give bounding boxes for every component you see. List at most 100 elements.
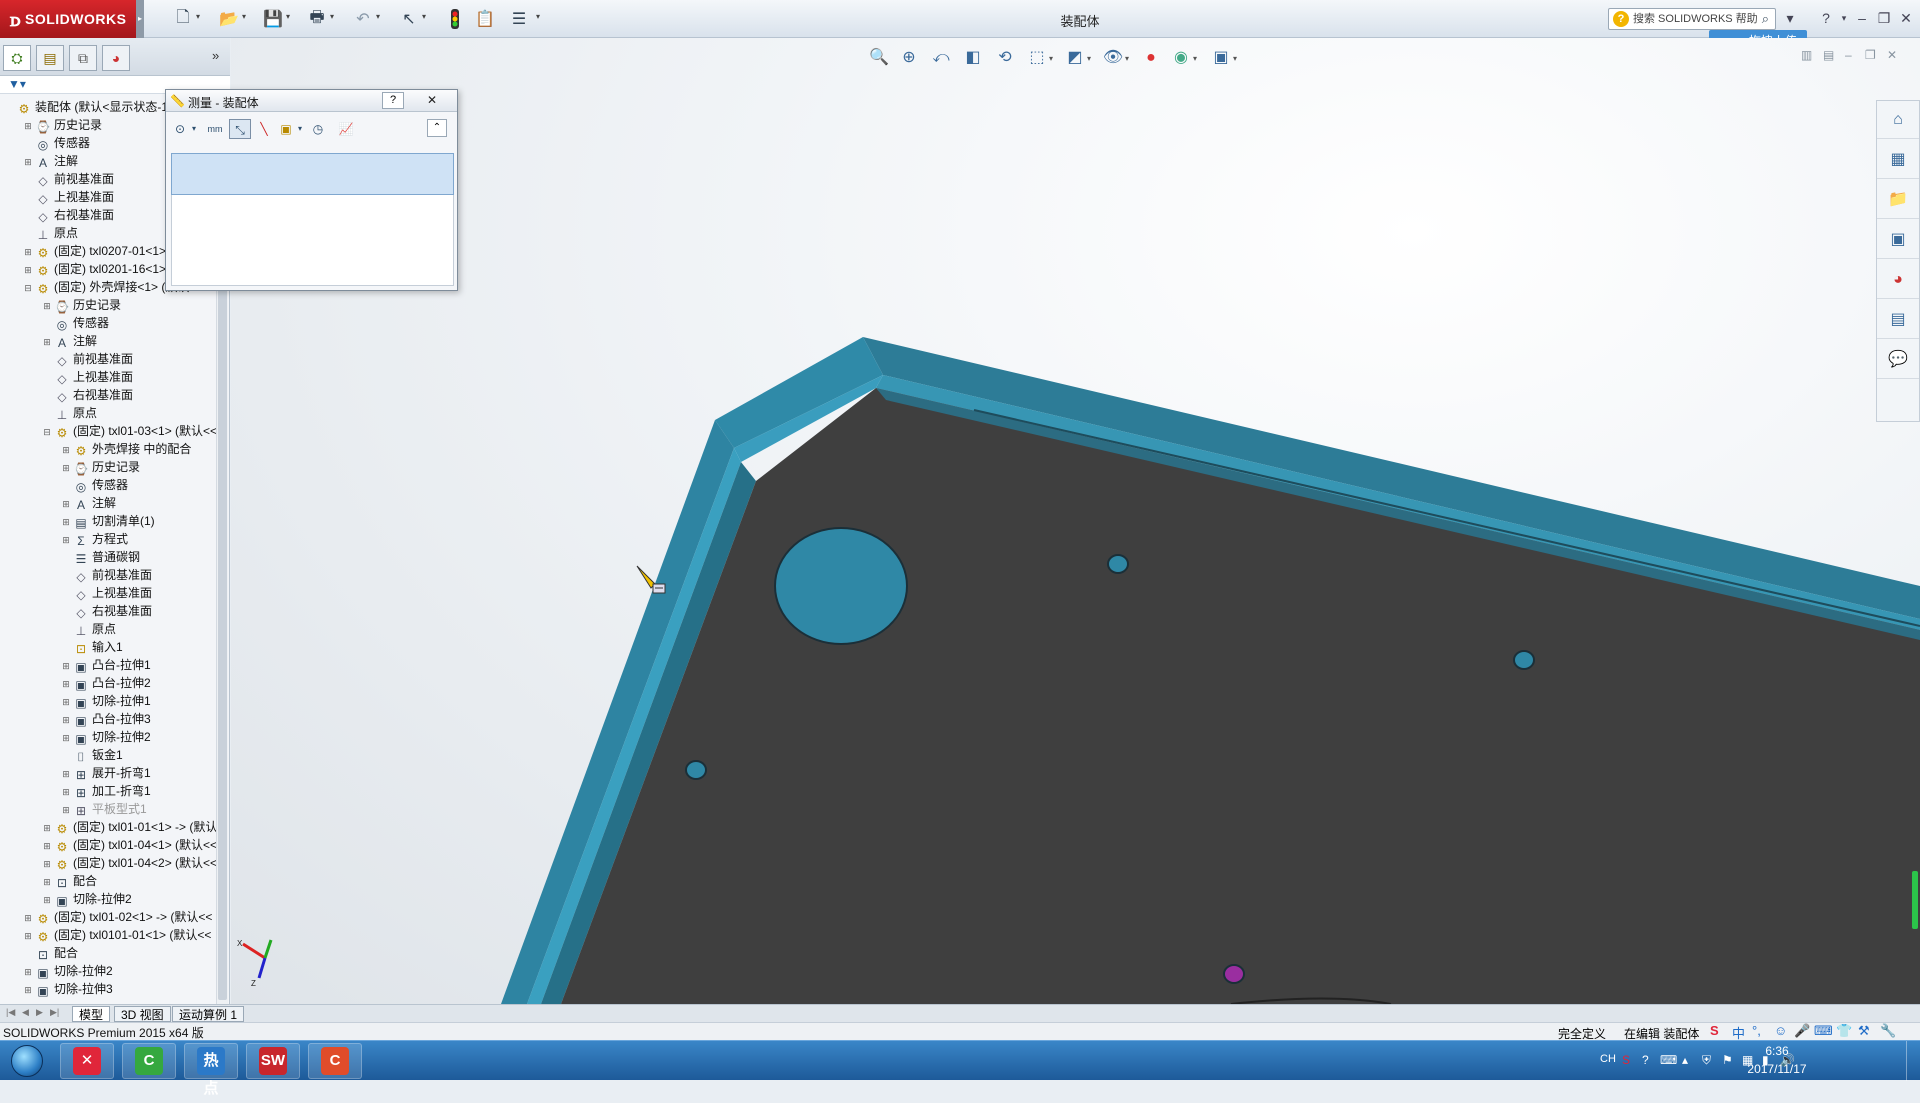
tree-item[interactable]: ◎ 传感器 [61,476,128,494]
tree-item[interactable]: ◇ 上视基准面 [42,368,133,386]
expand-toggle-icon[interactable]: ⊞ [61,711,71,729]
ime-tools-icon[interactable]: ⚒ [1858,1023,1870,1039]
projection-dropdown-icon[interactable]: ▾ [295,119,305,139]
tree-item[interactable]: ⊞ ▣ 凸台-拉伸2 [61,674,150,693]
expand-toggle-icon[interactable]: ⊞ [23,981,33,999]
tree-item[interactable]: ⊞ ⌚ 历史记录 [61,458,140,476]
expand-toggle-icon[interactable]: ⊞ [42,891,52,909]
tree-item[interactable]: ⊞ ▣ 切除-拉伸2 [42,890,131,909]
tray-language[interactable]: CH [1600,1053,1616,1065]
tree-item[interactable]: ⊞ ▣ 切除-拉伸2 [61,728,150,746]
file-explorer-icon[interactable]: 📁 [1877,181,1919,219]
tree-item[interactable]: ⊡ 输入1 [61,638,123,656]
start-button[interactable] [4,1043,50,1079]
expand-toggle-icon[interactable]: ⊞ [42,333,52,351]
tree-item[interactable]: ⊡ 配合 [23,944,78,962]
expand-toggle-icon[interactable]: ⊞ [42,873,52,891]
measurement-history-icon[interactable]: ◷ [309,119,327,139]
tree-item[interactable]: ⊞ ⚙ (固定) txl0207-01<1> [23,242,166,260]
search-dropdown-icon[interactable]: ▾ [1780,8,1800,28]
section-view-icon[interactable]: ◧ [961,46,985,70]
save-dropdown-icon[interactable]: ▾ [286,12,294,26]
rebuild-icon[interactable] [444,8,466,30]
tab-display-manager[interactable]: ◕ [102,45,130,71]
create-sensor-icon[interactable]: 📈 [337,119,355,139]
view-settings-icon[interactable]: ▣ [1209,46,1233,70]
tree-item[interactable]: ⊞ A 注解 [61,494,116,512]
view-settings-dropdown-icon[interactable]: ▾ [1233,54,1237,63]
sogou-tray-icon[interactable]: S [1622,1053,1630,1067]
viewport-minimize-icon[interactable]: – [1845,48,1852,62]
tree-item[interactable]: ⊞ Σ 方程式 [61,530,128,548]
tree-item[interactable]: ☰ 普通碳钢 [61,548,140,566]
zoom-to-fit-icon[interactable]: 🔍 [867,46,891,70]
taskbar-app-hotspot[interactable]: 热点 [184,1043,238,1097]
taskbar-app-solidworks-2015[interactable]: SW [246,1043,300,1079]
tree-item[interactable]: ◇ 上视基准面 [61,584,152,602]
file-properties-icon[interactable]: 📋 [474,8,496,30]
tab-3d-views[interactable]: 3D 视图 [114,1006,171,1022]
ime-emoji-icon[interactable]: ☺ [1774,1023,1787,1038]
tree-item[interactable]: ⊞ ⚙ (固定) txl0201-16<1> [23,260,166,278]
tree-item[interactable]: ⌷ 钣金1 [61,746,122,764]
tree-item[interactable]: ⊞ A 注解 [23,152,78,170]
select-dropdown-icon[interactable]: ▾ [422,12,430,26]
measure-close-button[interactable]: ✕ [414,92,450,109]
expand-toggle-icon[interactable]: ⊞ [42,855,52,873]
open-dropdown-icon[interactable]: ▾ [242,12,250,26]
tree-item[interactable]: ◎ 传感器 [42,314,109,332]
tree-item[interactable]: ⊟ ⚙ (固定) txl01-03<1> (默认<< [42,422,216,440]
tree-item[interactable]: ⊞ ▤ 切割清单(1) [61,512,154,530]
clock-date[interactable]: 2017/11/17 [1732,1062,1822,1076]
view-palette-icon[interactable]: ▣ [1877,221,1919,259]
apply-scene-icon[interactable]: ◉ [1169,46,1193,70]
expand-toggle-icon[interactable]: ⊞ [42,297,52,315]
custom-properties-icon[interactable]: ▤ [1877,301,1919,339]
viewport-close-icon[interactable]: ✕ [1887,48,1897,62]
tab-property-manager[interactable]: ▤ [36,45,64,71]
taskbar-app-camtasia-studio[interactable]: C [308,1043,362,1079]
expand-toggle-icon[interactable]: ⊞ [61,675,71,693]
print-icon[interactable]: 🖶 [306,8,328,30]
units-precision-button[interactable]: mm [205,119,225,139]
appearances-icon[interactable]: ◕ [1877,261,1919,299]
tree-item[interactable]: ⚙ 装配体 (默认<显示状态-1>) [4,98,179,116]
tree-item[interactable]: ⊞ ⚙ (固定) txl01-02<1> -> (默认<< [23,908,212,926]
menu-flyout-arrow-icon[interactable]: ▸ [136,0,144,38]
new-document-icon[interactable]: 🗋 [172,8,194,30]
help-dropdown-icon[interactable]: ▾ [1834,8,1854,28]
design-library-icon[interactable]: ▦ [1877,141,1919,179]
expand-toggle-icon[interactable]: ⊞ [42,819,52,837]
tree-item[interactable]: ⊞ ⊡ 配合 [42,872,97,890]
tree-item[interactable]: ⊥ 原点 [61,620,116,638]
clock-time[interactable]: 6:36 [1742,1044,1812,1058]
tree-item[interactable]: ⊥ 原点 [42,404,97,422]
next-tab-arrow-icon[interactable]: ▶ [36,1007,43,1018]
tree-item[interactable]: ⊞ ⚙ (固定) txl0101-01<1> (默认<< [23,926,211,944]
measure-dialog-titlebar[interactable]: 📏 测量 - 装配体 ? ✕ [166,90,457,112]
display-style-dropdown-icon[interactable]: ▾ [1087,54,1091,63]
undo-dropdown-icon[interactable]: ▾ [376,12,384,26]
view-orientation-icon[interactable]: ⬚ [1025,46,1049,70]
tab-motion-study[interactable]: 运动算例 1 [172,1006,245,1022]
point-to-point-icon[interactable]: ╲ [255,119,273,139]
taskbar-app-xmind[interactable]: ✕ [60,1043,114,1079]
expand-toggle-icon[interactable]: ⊞ [23,243,33,261]
expand-toggle-icon[interactable]: ⊞ [61,765,71,783]
edit-appearance-icon[interactable]: ● [1139,46,1163,70]
tree-item[interactable]: ◇ 前视基准面 [23,170,114,188]
options-icon[interactable]: ☰ [508,8,530,30]
arc-measure-dropdown-icon[interactable]: ▾ [189,119,199,139]
tree-item[interactable]: ⊞ ⊞ 展开-折弯1 [61,764,150,783]
dynamic-annotation-icon[interactable]: ⟲ [993,46,1017,70]
expand-toggle-icon[interactable]: ⊞ [61,495,71,513]
tree-item[interactable]: ⊞ ▣ 切除-拉伸3 [23,980,112,999]
show-xyz-measurements-icon[interactable]: ⤡ [229,119,251,139]
expand-toggle-icon[interactable]: ⊟ [23,279,33,297]
expand-toggle-icon[interactable]: ⊞ [23,927,33,945]
expand-toggle-icon[interactable]: ⊞ [42,837,52,855]
tab-configuration-manager[interactable]: ⧉ [69,45,97,71]
solidworks-logo[interactable]: ꭰ SOLIDWORKS [0,0,136,38]
tree-item[interactable]: ⊞ ⌚ 历史记录 [23,116,102,134]
forum-icon[interactable]: 💬 [1877,341,1919,379]
